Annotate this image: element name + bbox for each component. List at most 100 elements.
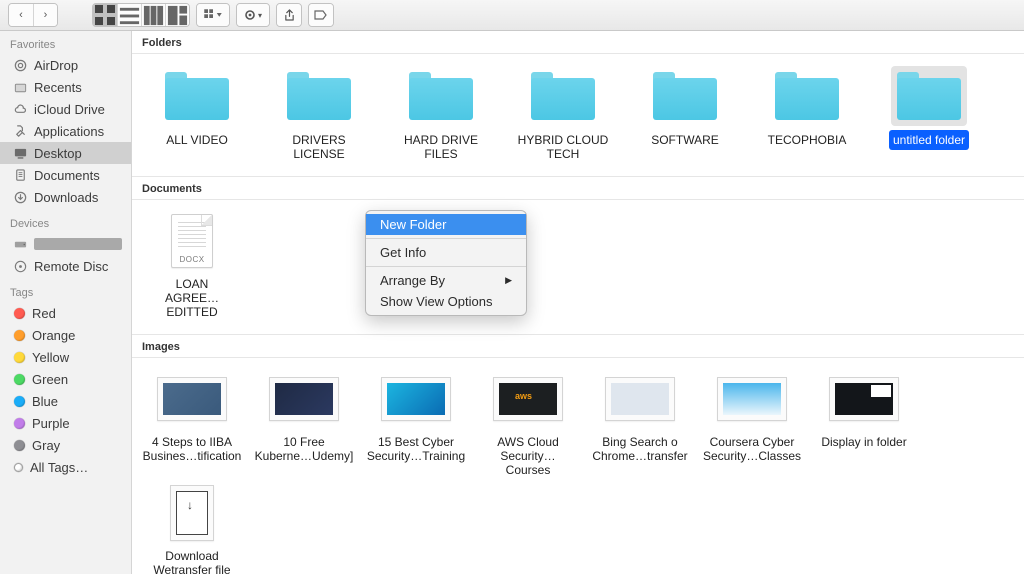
folder-icon — [775, 72, 839, 120]
folder-hard-drive-files[interactable]: HARD DRIVE FILES — [380, 62, 502, 164]
item-label: 15 Best Cyber Security…Training — [363, 432, 469, 466]
disk-icon — [12, 236, 28, 252]
tag-orange[interactable]: Orange — [0, 324, 131, 346]
folder-icon — [409, 72, 473, 120]
item-label: ALL VIDEO — [162, 130, 232, 150]
tag-purple[interactable]: Purple — [0, 412, 131, 434]
tag-dot-icon — [14, 440, 25, 451]
folder-icon — [287, 72, 351, 120]
folder-software[interactable]: SOFTWARE — [624, 62, 746, 164]
sidebar-item-recents[interactable]: Recents — [0, 76, 131, 98]
folder-icon — [165, 72, 229, 120]
documents-grid: DOCX LOAN AGREE…EDITTED — [132, 200, 1024, 335]
item-label: LOAN AGREE…EDITTED — [138, 274, 246, 322]
tag-green[interactable]: Green — [0, 368, 131, 390]
desktop-icon — [12, 145, 28, 161]
sidebar-item-label: Applications — [34, 124, 104, 139]
folder-untitled[interactable]: untitled folder — [868, 62, 990, 164]
image-item-5[interactable]: Coursera Cyber Security…Classes — [696, 366, 808, 480]
applications-icon — [12, 123, 28, 139]
item-label: Bing Search o Chrome…transfer — [588, 432, 691, 466]
arrange-group — [196, 3, 230, 27]
tag-dot-icon — [14, 396, 25, 407]
sidebar: Favorites AirDrop Recents iCloud Drive A… — [0, 31, 132, 574]
nav-group: ‹ › — [8, 3, 58, 27]
sidebar-item-remote-disc[interactable]: Remote Disc — [0, 255, 131, 277]
tag-red[interactable]: Red — [0, 302, 131, 324]
tags-title: Tags — [0, 285, 131, 302]
docx-icon: DOCX — [171, 214, 213, 268]
menu-get-info[interactable]: Get Info — [366, 242, 526, 263]
icon-view-button[interactable] — [93, 4, 117, 26]
menu-new-folder[interactable]: New Folder — [366, 214, 526, 235]
sidebar-item-applications[interactable]: Applications — [0, 120, 131, 142]
redacted-label — [34, 238, 122, 250]
columns-icon — [142, 4, 165, 27]
folder-icon — [653, 72, 717, 120]
tag-label: Red — [32, 306, 56, 321]
tag-all[interactable]: All Tags… — [0, 456, 131, 478]
folder-all-video[interactable]: ALL VIDEO — [136, 62, 258, 164]
menu-label: Show View Options — [380, 294, 493, 309]
sidebar-item-label: Downloads — [34, 190, 98, 205]
image-item-7[interactable]: Download Wetransfer file — [136, 480, 248, 574]
image-item-6[interactable]: Display in folder — [808, 366, 920, 480]
tag-blue[interactable]: Blue — [0, 390, 131, 412]
section-images-title: Images — [132, 335, 1024, 358]
action-button[interactable]: ▾ — [237, 4, 269, 26]
list-view-button[interactable] — [117, 4, 141, 26]
sidebar-item-device-0[interactable] — [0, 233, 131, 255]
image-icon — [157, 377, 227, 421]
tag-button[interactable] — [309, 4, 333, 26]
downloads-icon — [12, 189, 28, 205]
sidebar-item-label: Documents — [34, 168, 100, 183]
menu-label: New Folder — [380, 217, 446, 232]
image-icon — [493, 377, 563, 421]
image-item-1[interactable]: 10 Free Kuberne…Udemy] — [248, 366, 360, 480]
tag-dot-icon — [14, 463, 23, 472]
folder-drivers-license[interactable]: DRIVERS LICENSE — [258, 62, 380, 164]
image-icon — [269, 377, 339, 421]
content-area: Folders ALL VIDEO DRIVERS LICENSE HARD D… — [132, 31, 1024, 574]
gallery-view-button[interactable] — [165, 4, 189, 26]
back-button[interactable]: ‹ — [9, 4, 33, 26]
images-grid: 4 Steps to IIBA Busines…tification 10 Fr… — [132, 358, 1024, 574]
image-item-4[interactable]: Bing Search o Chrome…transfer — [584, 366, 696, 480]
remotedisc-icon — [12, 258, 28, 274]
tag-label: Yellow — [32, 350, 69, 365]
item-label: untitled folder — [889, 130, 969, 150]
section-documents-title: Documents — [132, 177, 1024, 200]
share-button[interactable] — [277, 4, 301, 26]
item-label: 4 Steps to IIBA Busines…tification — [139, 432, 246, 466]
item-label: SOFTWARE — [647, 130, 723, 150]
grid-icon — [93, 3, 117, 27]
menu-show-view-options[interactable]: Show View Options — [366, 291, 526, 312]
folder-icon — [897, 72, 961, 120]
sidebar-item-downloads[interactable]: Downloads — [0, 186, 131, 208]
tag-dot-icon — [14, 330, 25, 341]
image-item-0[interactable]: 4 Steps to IIBA Busines…tification — [136, 366, 248, 480]
sidebar-item-label: Remote Disc — [34, 259, 108, 274]
folder-hybrid-cloud-tech[interactable]: HYBRID CLOUD TECH — [502, 62, 624, 164]
folder-icon — [531, 72, 595, 120]
column-view-button[interactable] — [141, 4, 165, 26]
doc-loan-agreement[interactable]: DOCX LOAN AGREE…EDITTED — [136, 208, 248, 322]
forward-button[interactable]: › — [33, 4, 57, 26]
arrange-button[interactable] — [197, 4, 229, 26]
sidebar-item-label: Recents — [34, 80, 82, 95]
tag-dot-icon — [14, 418, 25, 429]
recents-icon — [12, 79, 28, 95]
sidebar-item-airdrop[interactable]: AirDrop — [0, 54, 131, 76]
tag-dot-icon — [14, 308, 25, 319]
tag-yellow[interactable]: Yellow — [0, 346, 131, 368]
tag-gray[interactable]: Gray — [0, 434, 131, 456]
menu-arrange-by[interactable]: Arrange By▶ — [366, 270, 526, 291]
folder-tecophobia[interactable]: TECOPHOBIA — [746, 62, 868, 164]
image-item-3[interactable]: AWS Cloud Security…Courses — [472, 366, 584, 480]
sidebar-item-desktop[interactable]: Desktop — [0, 142, 131, 164]
image-item-2[interactable]: 15 Best Cyber Security…Training — [360, 366, 472, 480]
sidebar-item-documents[interactable]: Documents — [0, 164, 131, 186]
sidebar-item-icloud[interactable]: iCloud Drive — [0, 98, 131, 120]
documents-icon — [12, 167, 28, 183]
tag-dot-icon — [14, 374, 25, 385]
